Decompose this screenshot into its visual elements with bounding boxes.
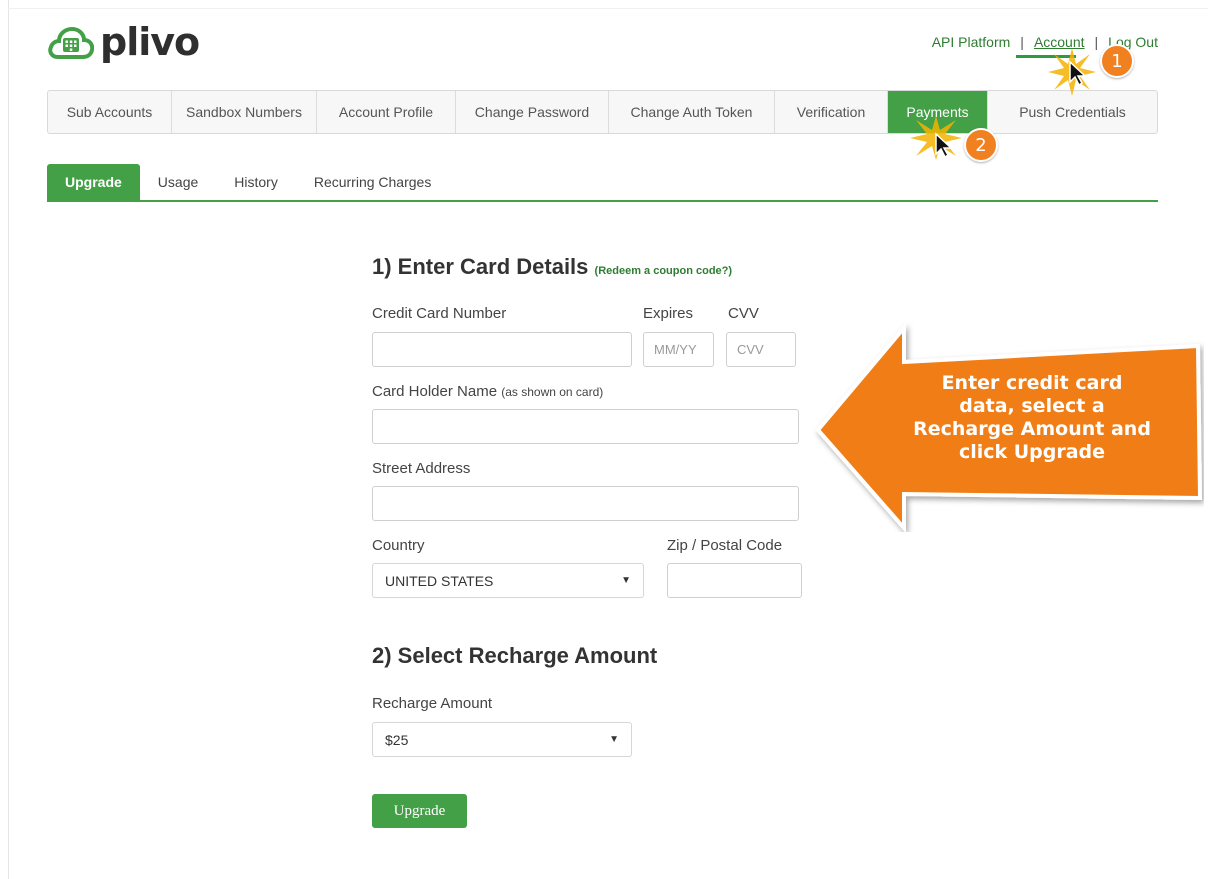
page-border-top [8, 8, 1208, 9]
card-holder-input[interactable] [372, 409, 799, 444]
tab-recurring-charges[interactable]: Recurring Charges [296, 164, 450, 200]
card-holder-label-text: Card Holder Name [372, 383, 498, 400]
card-number-label: Credit Card Number [372, 305, 507, 322]
street-address-input[interactable] [372, 486, 799, 521]
chevron-down-icon: ▼ [621, 575, 631, 586]
nav-account-profile[interactable]: Account Profile [317, 91, 456, 133]
step-1-badge: 1 [1100, 44, 1134, 78]
cloud-phone-icon [48, 26, 94, 59]
expires-label: Expires [643, 305, 694, 322]
country-select[interactable]: UNITED STATES ▼ [372, 563, 644, 598]
nav-change-auth-token[interactable]: Change Auth Token [609, 91, 775, 133]
api-platform-link[interactable]: API Platform [932, 34, 1011, 50]
card-details-heading: 1) Enter Card Details (Redeem a coupon c… [372, 254, 732, 280]
nav-sub-accounts[interactable]: Sub Accounts [48, 91, 172, 133]
payments-subtabs: Upgrade Usage History Recurring Charges [47, 164, 1158, 202]
street-address-label: Street Address [372, 460, 471, 477]
brand-name: plivo [100, 20, 200, 64]
tab-history[interactable]: History [216, 164, 296, 200]
chevron-down-icon: ▼ [609, 734, 619, 745]
redeem-coupon-link[interactable]: (Redeem a coupon code?) [595, 265, 733, 277]
cvv-input[interactable]: CVV [726, 332, 796, 367]
cvv-label: CVV [728, 305, 759, 322]
nav-sandbox-numbers[interactable]: Sandbox Numbers [172, 91, 317, 133]
country-label: Country [372, 537, 425, 554]
card-holder-label: Card Holder Name (as shown on card) [372, 383, 603, 400]
account-nav: Sub Accounts Sandbox Numbers Account Pro… [47, 90, 1158, 134]
recharge-amount-value: $25 [385, 731, 409, 748]
tab-upgrade[interactable]: Upgrade [47, 164, 140, 200]
section1-title: 1) Enter Card Details [372, 254, 589, 279]
step-2-badge: 2 [964, 128, 998, 162]
recharge-amount-select[interactable]: $25 ▼ [372, 722, 632, 757]
callout-text: Enter credit card data, select a Recharg… [913, 372, 1151, 463]
link-separator: | [1020, 34, 1024, 50]
upgrade-button[interactable]: Upgrade [372, 794, 467, 828]
card-number-input[interactable] [372, 332, 632, 367]
nav-verification[interactable]: Verification [775, 91, 888, 133]
tab-usage[interactable]: Usage [140, 164, 216, 200]
callout-arrow: Enter credit card data, select a Recharg… [812, 322, 1204, 534]
cursor-icon [935, 132, 953, 158]
card-holder-hint: (as shown on card) [501, 385, 604, 399]
nav-change-password[interactable]: Change Password [456, 91, 609, 133]
expires-input[interactable]: MM/YY [643, 332, 714, 367]
cursor-icon [1069, 60, 1087, 86]
recharge-heading: 2) Select Recharge Amount [372, 643, 658, 668]
page-border-left [8, 0, 9, 879]
zip-input[interactable] [667, 563, 802, 598]
zip-label: Zip / Postal Code [667, 537, 783, 554]
recharge-amount-label: Recharge Amount [372, 695, 493, 712]
plivo-logo[interactable]: plivo [48, 20, 200, 64]
country-value: UNITED STATES [385, 572, 494, 589]
